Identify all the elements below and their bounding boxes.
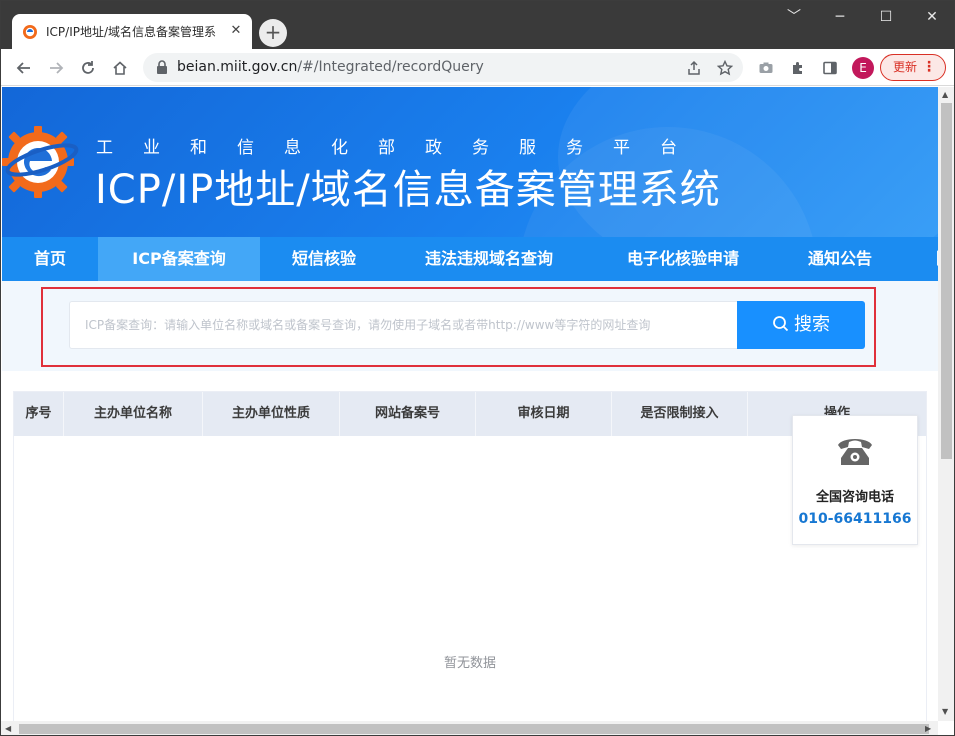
- column-header-audit-date: 审核日期: [476, 392, 612, 436]
- nav-item-illegal-domain-query[interactable]: 违法违规域名查询: [388, 237, 590, 281]
- page-title: ICP/IP地址/域名信息备案管理系统: [95, 167, 721, 213]
- main-nav: 首页 ICP备案查询 短信核验 违法违规域名查询 电子化核验申请 通知公告 ㅣ: [2, 237, 938, 281]
- browser-tab[interactable]: ICP/IP地址/域名信息备案管理系 ✕: [12, 14, 252, 49]
- nav-item-more[interactable]: ㅣ: [928, 237, 938, 281]
- contact-label: 全国咨询电话: [815, 490, 894, 505]
- column-header-org-name: 主办单位名称: [64, 392, 203, 436]
- close-window-button[interactable]: ✕: [909, 1, 954, 33]
- search-input[interactable]: ICP备案查询：请输入单位名称或域名或备案号查询，请勿使用子域名或者带http:…: [69, 301, 739, 349]
- arrow-right-icon: [50, 62, 64, 74]
- side-panel-icon[interactable]: [819, 57, 841, 79]
- tab-close-icon[interactable]: ✕: [228, 23, 244, 39]
- vertical-scroll-thumb[interactable]: [941, 103, 952, 459]
- scroll-right-icon[interactable]: ▶: [925, 724, 931, 733]
- scroll-left-icon[interactable]: ◀: [5, 724, 11, 733]
- contact-card[interactable]: 全国咨询电话 010-66411166: [792, 415, 918, 545]
- horizontal-scrollbar[interactable]: ◀ ▶: [1, 721, 938, 735]
- minimize-button[interactable]: ─: [817, 1, 863, 33]
- scroll-up-icon[interactable]: ▲: [942, 90, 948, 99]
- chevron-down-icon[interactable]: ﹀: [771, 1, 817, 33]
- menu-dots-icon: ⋮: [922, 59, 936, 75]
- site-header: 工业和信息化部政务服务平台 ICP/IP地址/域名信息备案管理系统: [2, 87, 938, 237]
- site-favicon-icon: [23, 24, 37, 39]
- title-bar: ICP/IP地址/域名信息备案管理系 ✕ + ﹀ ─ ☐ ✕: [1, 1, 954, 49]
- telephone-icon: [838, 439, 872, 465]
- reload-button[interactable]: [75, 55, 101, 81]
- address-bar[interactable]: beian.miit.gov.cn/#/Integrated/recordQue…: [143, 53, 743, 82]
- lock-icon: [157, 60, 167, 74]
- update-button[interactable]: 更新 ⋮: [880, 54, 946, 81]
- horizontal-scroll-thumb[interactable]: [19, 724, 929, 734]
- vertical-scrollbar[interactable]: ▲ ▼: [938, 87, 954, 721]
- page-viewport: 工业和信息化部政务服务平台 ICP/IP地址/域名信息备案管理系统 首页 ICP…: [2, 87, 938, 721]
- camera-icon[interactable]: [755, 57, 777, 79]
- bookmark-star-icon[interactable]: [714, 57, 736, 79]
- browser-window: ICP/IP地址/域名信息备案管理系 ✕ + ﹀ ─ ☐ ✕ beian.mii…: [0, 0, 955, 736]
- search-button[interactable]: 搜索: [737, 301, 865, 349]
- column-header-access-limited: 是否限制接入: [612, 392, 748, 436]
- maximize-button[interactable]: ☐: [863, 1, 909, 33]
- contact-phone-number: 010-66411166: [798, 511, 912, 527]
- results-table: 序号 主办单位名称 主办单位性质 网站备案号 审核日期 是否限制接入 操作 暂无…: [13, 391, 927, 721]
- tab-title: ICP/IP地址/域名信息备案管理系: [46, 25, 217, 39]
- search-icon: [773, 316, 789, 332]
- header-subtitle: 工业和信息化部政务服务平台: [96, 138, 707, 158]
- url-host: beian.miit.gov.cn: [177, 59, 298, 75]
- nav-item-notices[interactable]: 通知公告: [776, 237, 904, 281]
- nav-item-icp-query[interactable]: ICP备案查询: [98, 237, 260, 281]
- column-header-index: 序号: [14, 392, 64, 436]
- url-text[interactable]: beian.miit.gov.cn/#/Integrated/recordQue…: [177, 59, 484, 75]
- update-label: 更新: [893, 60, 918, 74]
- new-tab-button[interactable]: +: [259, 19, 287, 47]
- empty-state-text: 暂无数据: [443, 656, 496, 671]
- site-logo-icon: [2, 126, 79, 198]
- share-icon[interactable]: [683, 57, 705, 79]
- home-button[interactable]: [107, 55, 133, 81]
- profile-avatar[interactable]: E: [852, 57, 874, 79]
- nav-item-home[interactable]: 首页: [2, 237, 98, 281]
- home-icon: [113, 61, 127, 75]
- search-button-label: 搜索: [794, 314, 830, 335]
- nav-item-e-verify-apply[interactable]: 电子化核验申请: [590, 237, 776, 281]
- extensions-puzzle-icon[interactable]: [787, 57, 809, 79]
- url-path: /#/Integrated/recordQuery: [297, 59, 484, 75]
- arrow-left-icon: [16, 62, 30, 74]
- column-header-org-type: 主办单位性质: [203, 392, 340, 436]
- browser-toolbar: beian.miit.gov.cn/#/Integrated/recordQue…: [1, 49, 954, 86]
- nav-item-sms-verify[interactable]: 短信核验: [260, 237, 388, 281]
- back-button[interactable]: [11, 55, 37, 81]
- column-header-record-number: 网站备案号: [340, 392, 476, 436]
- scroll-down-icon[interactable]: ▼: [942, 707, 948, 716]
- reload-icon: [82, 61, 94, 74]
- search-section: ICP备案查询：请输入单位名称或域名或备案号查询，请勿使用子域名或者带http:…: [2, 281, 938, 371]
- forward-button[interactable]: [43, 55, 69, 81]
- table-header: 序号 主办单位名称 主办单位性质 网站备案号 审核日期 是否限制接入 操作: [14, 392, 926, 436]
